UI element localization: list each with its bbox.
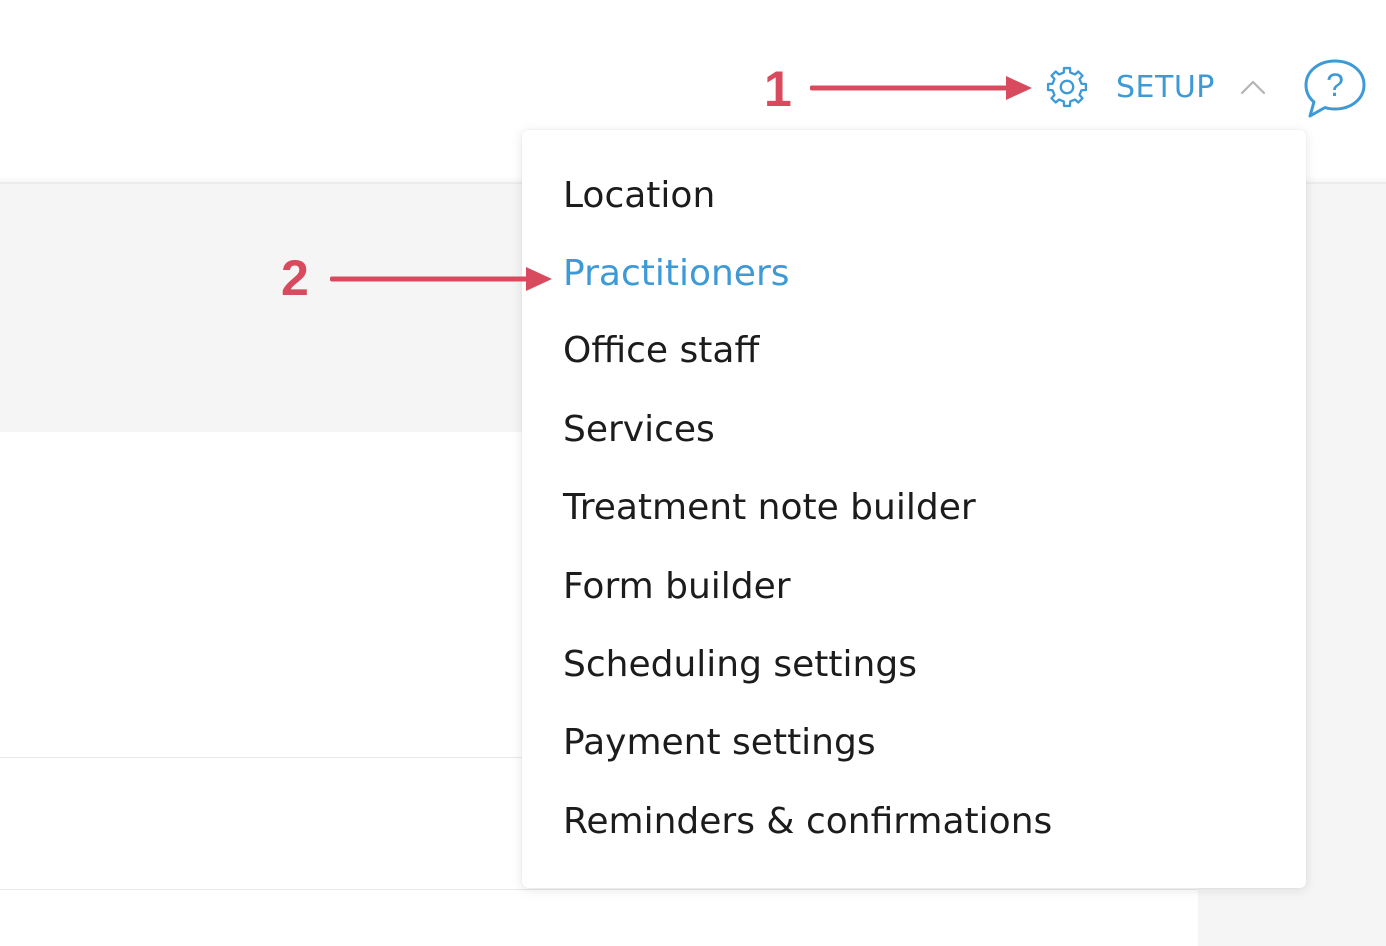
annotation-step-2: 2	[281, 250, 309, 306]
menu-item-payment-settings[interactable]: Payment settings	[563, 718, 876, 768]
menu-item-location[interactable]: Location	[563, 171, 715, 221]
menu-item-form-builder[interactable]: Form builder	[563, 562, 791, 612]
annotation-step-1: 1	[764, 61, 792, 117]
setup-label: SETUP	[1116, 69, 1215, 105]
chevron-up-icon	[1240, 80, 1265, 95]
row-divider	[0, 889, 1198, 890]
setup-menu-toggle[interactable]: SETUP	[1044, 60, 1267, 114]
menu-item-practitioners[interactable]: Practitioners	[563, 249, 790, 299]
menu-item-treatment-note-builder[interactable]: Treatment note builder	[563, 483, 976, 533]
annotation-arrow-1	[810, 76, 1032, 100]
help-bubble-icon: ?	[1304, 59, 1366, 118]
menu-item-reminders-confirmations[interactable]: Reminders & confirmations	[563, 797, 1052, 847]
annotation-arrow-2	[330, 267, 552, 291]
menu-item-scheduling-settings[interactable]: Scheduling settings	[563, 640, 917, 690]
gear-icon	[1046, 66, 1088, 108]
menu-item-office-staff[interactable]: Office staff	[563, 326, 759, 376]
help-glyph: ?	[1326, 67, 1344, 103]
menu-item-services[interactable]: Services	[563, 405, 715, 455]
setup-dropdown-menu: Location Practitioners Office staff Serv…	[522, 130, 1306, 888]
help-button[interactable]: ?	[1300, 56, 1370, 120]
